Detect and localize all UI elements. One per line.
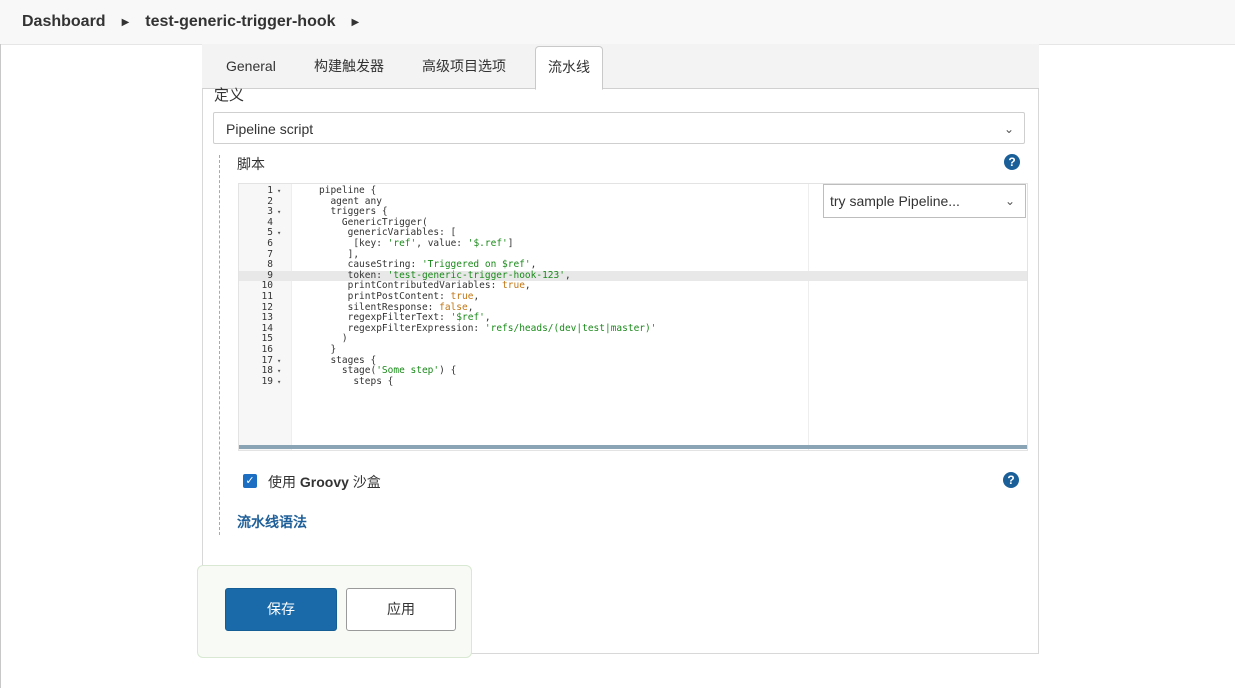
tab-advanced-options[interactable]: 高级项目选项 bbox=[422, 56, 506, 76]
help-icon[interactable]: ? bbox=[1004, 154, 1020, 170]
config-tabs: General 构建触发器 高级项目选项 流水线 bbox=[202, 44, 1039, 90]
groovy-sandbox-checkbox[interactable]: ✓ bbox=[243, 474, 257, 488]
fold-arrow-icon[interactable]: ▾ bbox=[277, 366, 281, 377]
sample-pipeline-select[interactable]: try sample Pipeline... ⌄ bbox=[823, 184, 1026, 218]
definition-label: 定义 bbox=[214, 87, 245, 104]
code-text: } bbox=[319, 343, 337, 355]
script-label: 脚本 bbox=[237, 156, 265, 172]
breadcrumb-bar: Dashboard ▶ test-generic-trigger-hook ▶ bbox=[0, 0, 1235, 45]
sample-pipeline-value: try sample Pipeline... bbox=[830, 193, 960, 209]
groovy-sandbox-label: 使用 Groovy 沙盒 bbox=[268, 474, 381, 490]
tab-pipeline[interactable]: 流水线 bbox=[535, 46, 603, 90]
code-text: pipeline { bbox=[319, 185, 377, 196]
code-line[interactable]: 16 } bbox=[239, 343, 1027, 356]
code-line[interactable]: 14 regexpFilterExpression: 'refs/heads/(… bbox=[239, 322, 1027, 335]
breadcrumb-chevron-icon[interactable]: ▶ bbox=[122, 17, 130, 28]
fold-arrow-icon[interactable]: ▾ bbox=[277, 207, 281, 218]
line-number: 19 bbox=[261, 375, 273, 387]
save-button[interactable]: 保存 bbox=[225, 588, 337, 631]
chevron-down-icon: ⌄ bbox=[1004, 194, 1015, 208]
breadcrumb-chevron-icon[interactable]: ▶ bbox=[352, 17, 360, 28]
pipeline-syntax-link[interactable]: 流水线语法 bbox=[237, 512, 307, 532]
script-editor[interactable]: 1 ▾ pipeline {2 agent any 3 ▾ triggers {4 Ge… bbox=[238, 183, 1028, 451]
breadcrumb-project[interactable]: test-generic-trigger-hook bbox=[145, 13, 335, 31]
code-line[interactable]: 15 ) bbox=[239, 334, 1027, 345]
code-text: regexpFilterExpression: 'refs/heads/(dev… bbox=[319, 322, 657, 334]
line-number: 11 bbox=[261, 290, 273, 302]
code-line[interactable]: 6 [key: 'ref', value: '$.ref'] bbox=[239, 237, 1027, 250]
fold-arrow-icon[interactable]: ▾ bbox=[277, 356, 281, 367]
tab-build-triggers[interactable]: 构建触发器 bbox=[314, 56, 384, 76]
fold-arrow-icon[interactable]: ▾ bbox=[277, 228, 281, 239]
section-divider bbox=[219, 155, 220, 535]
code-text: [key: 'ref', value: '$.ref'] bbox=[319, 237, 514, 249]
line-number: 6 bbox=[267, 237, 273, 249]
code-text: steps { bbox=[319, 375, 394, 387]
fold-arrow-icon[interactable]: ▾ bbox=[277, 186, 281, 197]
apply-button[interactable]: 应用 bbox=[346, 588, 456, 631]
help-icon[interactable]: ? bbox=[1003, 472, 1019, 488]
line-number: 1 bbox=[267, 185, 273, 196]
tab-general[interactable]: General bbox=[226, 56, 276, 76]
definition-select[interactable]: Pipeline script ⌄ bbox=[213, 112, 1025, 144]
page-divider bbox=[0, 44, 1, 688]
editor-scrollbar[interactable] bbox=[239, 445, 1027, 449]
chevron-down-icon: ⌄ bbox=[1003, 122, 1014, 136]
code-line[interactable]: 19 ▾ steps { bbox=[239, 375, 1027, 388]
breadcrumb-dashboard[interactable]: Dashboard bbox=[22, 13, 106, 31]
fold-arrow-icon[interactable]: ▾ bbox=[277, 377, 281, 388]
definition-select-value: Pipeline script bbox=[226, 121, 314, 137]
line-number: 16 bbox=[261, 343, 273, 355]
code-line[interactable]: 11 printPostContent: true, bbox=[239, 290, 1027, 303]
